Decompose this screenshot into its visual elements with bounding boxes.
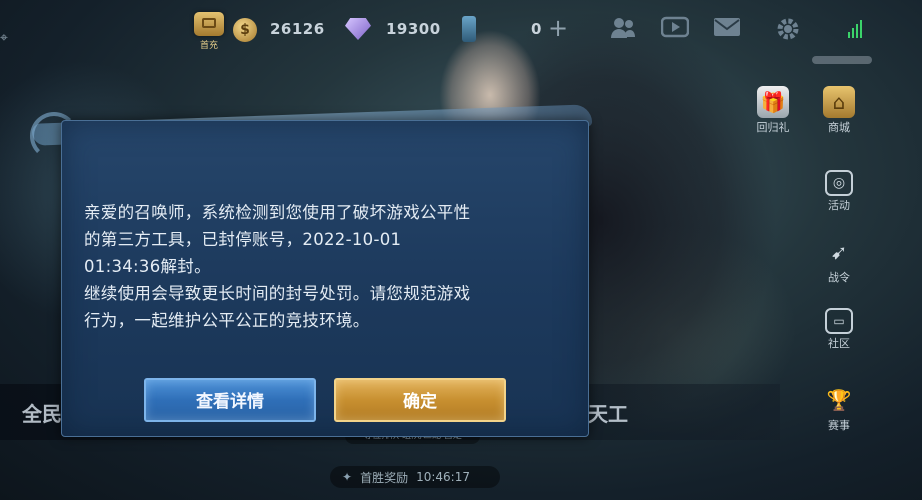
mode-label-right[interactable]: 天工 [588, 398, 628, 427]
signal-icon [848, 18, 862, 38]
voucher-icon [462, 16, 476, 42]
calendar-icon: ◎ [825, 170, 853, 196]
gold-amount: 26126 [270, 20, 325, 38]
sidebar-item-shop[interactable]: ⌂ 商城 [814, 86, 864, 135]
recharge-icon [194, 12, 224, 36]
sidebar-label: 活动 [828, 199, 850, 212]
ban-message-line: 亲爱的召唤师，系统检测到您使用了破坏游戏公平性 [84, 203, 471, 222]
ban-notice-dialog: 亲爱的召唤师，系统检测到您使用了破坏游戏公平性 的第三方工具，已封停账号，202… [30, 104, 593, 438]
sidebar-label: 赛事 [828, 419, 850, 432]
sidebar-label: 回归礼 [756, 121, 790, 134]
ban-message-line: 继续使用会导致更长时间的封号处罚。请您规范游戏 [84, 284, 471, 303]
star-icon: ✦ [342, 470, 353, 484]
first-win-timer: 10:46:17 [416, 470, 470, 484]
gold-coin-icon: $ [233, 18, 257, 42]
pin-icon[interactable]: ⌖ [0, 30, 8, 46]
sidebar-label: 社区 [828, 337, 850, 350]
sidebar-item-community[interactable]: ▭ 社区 [814, 308, 864, 351]
sidebar-item-return-gift[interactable]: 🎁 回归礼 [748, 86, 798, 135]
view-details-button[interactable]: 查看详情 [144, 378, 316, 422]
ban-message-line: 01:34:36解封。 [84, 257, 211, 276]
sidebar-item-events[interactable]: ◎ 活动 [814, 170, 864, 213]
recharge-label: 首充 [199, 41, 218, 51]
top-bar: ⌖ 首充 $ 26126 19300 0 + [0, 0, 922, 64]
battle-pass-icon: ➹ [830, 240, 848, 264]
recharge-button[interactable]: 首充 [192, 12, 226, 51]
diamond-amount: 19300 [386, 20, 441, 38]
community-icon: ▭ [825, 308, 853, 334]
replay-icon[interactable] [660, 16, 690, 42]
shop-icon: ⌂ [823, 86, 855, 118]
friends-icon[interactable] [608, 16, 638, 42]
ban-message-line: 的第三方工具，已封停账号，2022-10-01 [84, 230, 402, 249]
dialog-panel: 亲爱的召唤师，系统检测到您使用了破坏游戏公平性 的第三方工具，已封停账号，202… [61, 120, 589, 437]
gift-icon: 🎁 [757, 86, 789, 118]
first-win-reward[interactable]: ✦ 首胜奖励 10:46:17 [330, 466, 500, 488]
sidebar-label: 战令 [828, 271, 850, 284]
ban-message-line: 行为，一起维护公平公正的竞技环境。 [84, 311, 370, 330]
voucher-amount: 0 [531, 20, 542, 38]
sidebar-item-battle-pass[interactable]: ➹ 战令 [814, 236, 864, 285]
trophy-icon: 🏆 [826, 388, 852, 412]
sidebar-item-tournament[interactable]: 🏆 赛事 [814, 384, 864, 433]
mail-icon[interactable] [712, 16, 742, 42]
sidebar-label: 商城 [828, 121, 850, 134]
ban-message: 亲爱的召唤师，系统检测到您使用了破坏游戏公平性 的第三方工具，已封停账号，202… [84, 199, 564, 334]
status-bar [812, 56, 872, 64]
settings-icon[interactable] [773, 16, 803, 42]
diamond-icon [345, 18, 371, 40]
plus-icon[interactable]: + [548, 14, 568, 42]
first-win-label: 首胜奖励 [360, 470, 409, 485]
confirm-button[interactable]: 确定 [334, 378, 506, 422]
